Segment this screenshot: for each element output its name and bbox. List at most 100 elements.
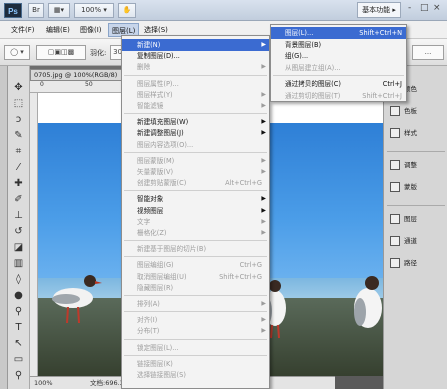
panel-tab[interactable]: 通道: [390, 234, 417, 248]
workspace-switcher[interactable]: 基本功能 ▸: [357, 2, 401, 18]
seagull-right: [354, 276, 382, 328]
status-zoom[interactable]: 100%: [34, 377, 53, 389]
ruler-label: 0: [40, 81, 44, 88]
submenu-arrow-icon: ▶: [261, 129, 266, 137]
menu-item-label: 图层样式(Y): [137, 90, 173, 99]
close-icon[interactable]: ×: [433, 3, 441, 13]
minimize-icon[interactable]: -: [408, 3, 411, 13]
layer-menu-item: 图层蒙版(M) ▶: [122, 155, 269, 167]
bridge-icon[interactable]: Br: [28, 3, 44, 18]
layer-menu-item[interactable]: 新建调整图层(J) ▶: [122, 127, 269, 139]
view-extras-button[interactable]: ▦▾: [48, 3, 70, 18]
menu-separator: [124, 240, 267, 242]
layer-menu-item[interactable]: 视频图层 ▶: [122, 205, 269, 217]
hand-tool-icon[interactable]: ✋: [118, 3, 136, 18]
menu-item-label: 新建调整图层(J): [137, 129, 184, 138]
layer-menu-item: 选择链接图层(S): [122, 369, 269, 381]
menu-shortcut: Alt+Ctrl+G: [225, 179, 262, 188]
layer-menu-item: 矢量蒙版(V) ▶: [122, 166, 269, 178]
path-select-icon[interactable]: ↖: [10, 336, 27, 351]
zoom-value: 100%: [81, 6, 102, 14]
new-menu-item[interactable]: 背景图层(B): [271, 39, 406, 51]
panel-icon: [390, 236, 400, 246]
menu-shortcut: Ctrl+J: [382, 80, 402, 88]
toolbox-grip[interactable]: [0, 66, 8, 389]
new-menu-item[interactable]: 通过拷贝的图层(C) Ctrl+J: [271, 78, 406, 90]
eyedropper-tool-icon[interactable]: ⁄: [10, 160, 27, 175]
type-tool-icon[interactable]: T: [10, 320, 27, 335]
submenu-arrow-icon: ▶: [261, 327, 266, 335]
seagull-left: [52, 275, 102, 324]
menu-item-label: 从图层建立组(A)...: [285, 63, 341, 72]
menu-item-label: 文字: [137, 217, 151, 226]
selection-mode-buttons[interactable]: ▢▣◫▩: [36, 45, 86, 60]
lasso-tool-icon[interactable]: ↄ: [10, 112, 27, 127]
panel-tab[interactable]: 图层: [390, 212, 417, 226]
blur-tool-icon[interactable]: ◊: [10, 272, 27, 287]
zoom-tool-icon[interactable]: ⚲: [10, 368, 27, 383]
menu-item-label: 隐藏图层(R): [137, 283, 174, 292]
application-bar: Ps Br ▦▾ 100% ▾ ✋ 基本功能 ▸ - □ ×: [0, 0, 447, 21]
panel-label: 蒙版: [404, 183, 417, 191]
panel-separator: [387, 205, 445, 206]
menu-item-label: 图层蒙版(M): [137, 156, 175, 165]
submenu-arrow-icon: ▶: [261, 300, 266, 307]
panel-tab[interactable]: 路径: [390, 256, 417, 270]
clone-stamp-icon[interactable]: ⊥: [10, 208, 27, 223]
submenu-arrow-icon: ▶: [261, 156, 266, 164]
menu-image[interactable]: 图像(I): [77, 23, 105, 37]
layer-menu-dropdown: 新建(N) ▶ 复制图层(D)... 删除 ▶ 图层属性(P)... 图层样式(Y) ▶ 智能滤…: [121, 35, 270, 389]
menu-item-label: 新建基于图层的切片(B): [137, 245, 207, 254]
menu-file[interactable]: 文件(F): [8, 23, 38, 37]
panel-icon: [390, 160, 400, 170]
healing-brush-icon[interactable]: ✚: [10, 176, 27, 191]
layer-menu-item[interactable]: 复制图层(D)...: [122, 50, 269, 62]
panel-label: 色板: [404, 107, 417, 115]
menu-item-label: 创建剪贴蒙版(C): [137, 179, 187, 188]
menu-item-label: 智能滤镜: [137, 102, 164, 110]
new-submenu: 图层(L)... Shift+Ctrl+N 背景图层(B) 组(G)... 从图层建立组…: [270, 24, 407, 102]
gradient-tool-icon[interactable]: ▥: [10, 256, 27, 271]
dodge-tool-icon[interactable]: ●: [10, 288, 27, 303]
panel-dock: 颜色 色板 样式 调整 蒙版 图层 通道 路径: [383, 66, 447, 389]
submenu-arrow-icon: ▶: [261, 118, 266, 126]
panel-tab[interactable]: 样式: [390, 126, 417, 140]
menu-edit[interactable]: 编辑(E): [43, 23, 73, 37]
refine-edge-button[interactable]: ...: [412, 45, 444, 60]
panel-tab[interactable]: 色板: [390, 104, 417, 118]
tool-preset-picker[interactable]: ◯ ▾: [4, 45, 30, 60]
panel-tab[interactable]: 调整: [390, 158, 417, 172]
panel-separator: [387, 151, 445, 152]
submenu-arrow-icon: ▶: [261, 217, 266, 225]
menu-item-label: 新建(N): [137, 41, 161, 49]
new-menu-item[interactable]: 图层(L)... Shift+Ctrl+N: [271, 27, 406, 39]
layer-menu-item: 取消图层编组(U) Shift+Ctrl+G: [122, 271, 269, 283]
new-menu-item[interactable]: 组(G)...: [271, 50, 406, 62]
layer-menu-item[interactable]: 新建填充图层(W) ▶: [122, 116, 269, 128]
history-brush-icon[interactable]: ↺: [10, 224, 27, 239]
quick-select-tool-icon[interactable]: ✎: [10, 128, 27, 143]
panel-icon: [390, 128, 400, 138]
submenu-arrow-icon: ▶: [261, 41, 266, 48]
maximize-icon[interactable]: □: [420, 3, 429, 13]
photoshop-logo: Ps: [4, 3, 22, 18]
layer-menu-item[interactable]: 智能对象 ▶: [122, 193, 269, 205]
menu-item-label: 图层编组(G): [137, 261, 174, 270]
move-tool-icon[interactable]: ✥: [10, 80, 27, 95]
document-tab[interactable]: 0705.jpg @ 100%(RGB/8) ×: [30, 69, 123, 89]
panel-label: 样式: [404, 129, 417, 137]
shape-tool-icon[interactable]: ▭: [10, 352, 27, 367]
marquee-tool-icon[interactable]: ⬚: [10, 96, 27, 111]
pen-tool-icon[interactable]: ⚲: [10, 304, 27, 319]
menu-item-label: 对齐(I): [137, 316, 158, 325]
menu-item-label: 排列(A): [137, 300, 160, 308]
submenu-arrow-icon: ▶: [261, 63, 266, 71]
layer-menu-item: 链接图层(K): [122, 358, 269, 370]
panel-tab[interactable]: 蒙版: [390, 180, 417, 194]
crop-tool-icon[interactable]: ⌗: [10, 144, 27, 159]
layer-menu-item[interactable]: 新建(N) ▶: [122, 39, 269, 51]
brush-tool-icon[interactable]: ✐: [10, 192, 27, 207]
zoom-level-dropdown[interactable]: 100% ▾: [74, 3, 114, 18]
eraser-tool-icon[interactable]: ◪: [10, 240, 27, 255]
layer-menu-item: 对齐(I) ▶: [122, 314, 269, 326]
